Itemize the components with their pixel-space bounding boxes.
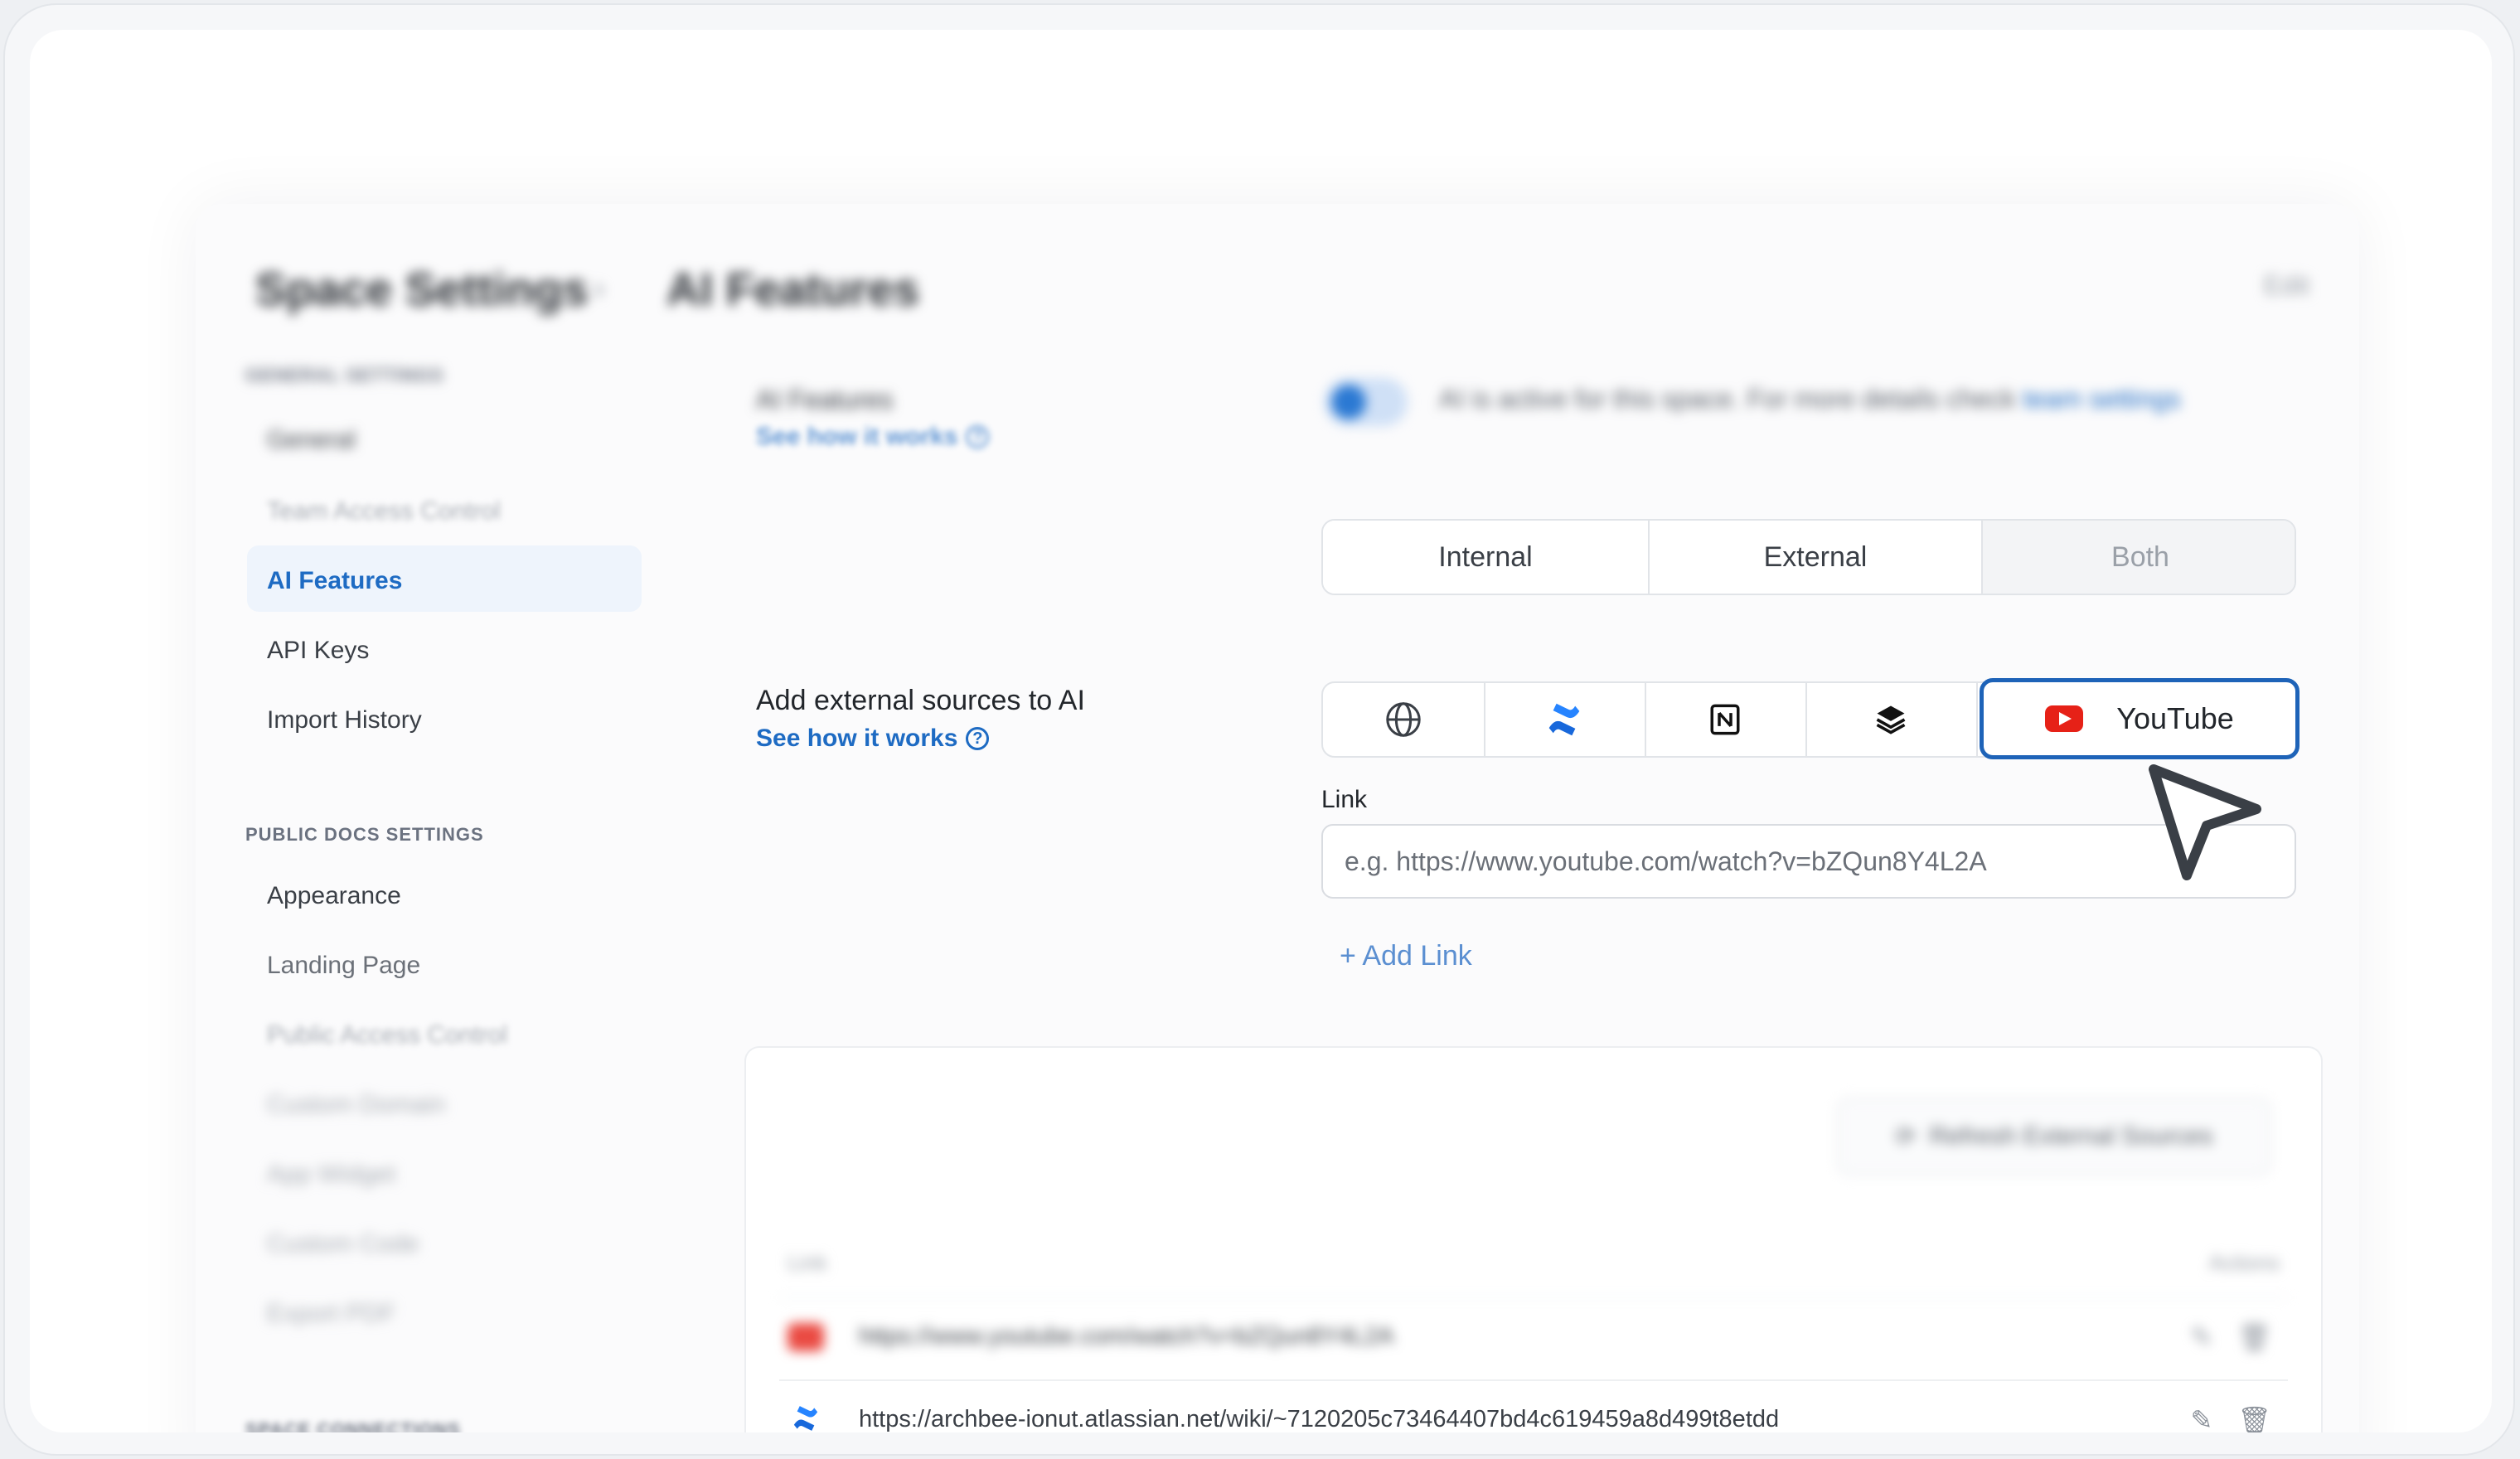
sidebar-item-public-access-control[interactable]: Public Access Control <box>267 1021 507 1049</box>
scope-segmented-control: Internal External Both <box>1321 519 2296 595</box>
external-sources-help-link[interactable]: See how it works ? <box>756 725 990 753</box>
edit-button[interactable]: Edit <box>2264 270 2309 301</box>
row-url[interactable]: https://www.youtube.com/watch?v=bZQun8Y4… <box>859 1323 1394 1350</box>
help-link-text: See how it works <box>756 725 958 752</box>
question-mark-icon: ? <box>966 425 990 448</box>
external-sources-label: Add external sources to AI <box>756 685 1085 716</box>
edit-icon[interactable]: ✎ <box>2191 1404 2213 1432</box>
tab-both[interactable]: Both <box>1983 521 2295 594</box>
sidebar-item-ai-features[interactable]: AI Features <box>267 567 402 595</box>
refresh-icon: ⟳ <box>1895 1122 1917 1151</box>
team-settings-link[interactable]: team settings <box>2023 384 2180 414</box>
canvas: Space Settings › AI Features Edit GENERA… <box>30 30 2492 1432</box>
sidebar-item-custom-code[interactable]: Custom Code <box>267 1230 419 1258</box>
youtube-icon <box>2045 705 2084 732</box>
column-header-link: Link <box>788 1250 827 1275</box>
question-mark-icon: ? <box>966 727 990 750</box>
source-confluence-button[interactable] <box>1484 683 1646 756</box>
toggle-description-text: AI is active for this space. For more de… <box>1439 384 2016 414</box>
sidebar-item-appearance[interactable]: Appearance <box>267 882 401 910</box>
sidebar-item-landing-page[interactable]: Landing Page <box>267 952 420 980</box>
column-header-actions: Actions <box>2208 1250 2280 1275</box>
table-row: https://www.youtube.com/watch?v=bZQun8Y4… <box>779 1297 2288 1381</box>
sidebar-item-team-access-control[interactable]: Team Access Control <box>267 497 501 526</box>
ai-features-label: AI Features <box>756 385 894 414</box>
source-type-selector: YouTube <box>1321 678 2300 759</box>
sidebar-item-custom-domain[interactable]: Custom Domain <box>267 1091 445 1119</box>
source-gitbook-button[interactable] <box>1805 683 1978 756</box>
sidebar-heading-space-connections: SPACE CONNECTIONS <box>245 1419 461 1432</box>
screen-frame: Space Settings › AI Features Edit GENERA… <box>3 3 2515 1456</box>
tab-external[interactable]: External <box>1650 521 1983 594</box>
trash-icon[interactable]: 🗑 <box>2237 1321 2271 1353</box>
chevron-right-icon: › <box>594 270 605 307</box>
source-website-button[interactable] <box>1323 683 1485 756</box>
sources-table-card: ⟳ Refresh External Sources Link Actions … <box>744 1046 2323 1432</box>
tab-internal[interactable]: Internal <box>1323 521 1650 594</box>
sidebar-heading-public-docs: PUBLIC DOCS SETTINGS <box>245 824 484 845</box>
confluence-icon <box>793 1406 818 1431</box>
sidebar-item-api-keys[interactable]: API Keys <box>267 637 369 665</box>
ai-toggle-description: AI is active for this space. For more de… <box>1439 378 2185 419</box>
sidebar-item-import-history[interactable]: Import History <box>267 706 422 734</box>
add-link-button[interactable]: + Add Link <box>1340 940 1472 972</box>
ai-features-help-link[interactable]: See how it works ? <box>756 423 990 451</box>
notion-icon <box>1710 704 1740 735</box>
edit-icon[interactable]: ✎ <box>2191 1321 2213 1353</box>
gitbook-icon <box>1876 705 1906 734</box>
sidebar-item-export-pdf[interactable]: Export PDF <box>267 1300 395 1328</box>
youtube-icon <box>788 1323 824 1351</box>
toggle-knob <box>1331 385 1366 419</box>
sidebar-item-app-widget[interactable]: App Widget <box>267 1161 395 1189</box>
sidebar-item-general[interactable]: General <box>267 426 356 454</box>
table-row: https://archbee-ionut.atlassian.net/wiki… <box>779 1379 2288 1432</box>
ai-toggle[interactable] <box>1325 378 1408 426</box>
refresh-label: Refresh External Sources <box>1929 1122 2213 1150</box>
page-subtitle: AI Features <box>666 263 919 315</box>
refresh-external-sources-button[interactable]: ⟳ Refresh External Sources <box>1837 1098 2271 1175</box>
source-notion-button[interactable] <box>1645 683 1807 756</box>
link-field-label: Link <box>1321 786 1368 813</box>
row-url[interactable]: https://archbee-ionut.atlassian.net/wiki… <box>859 1406 1779 1432</box>
page-title: Space Settings <box>255 263 589 315</box>
help-link-text: See how it works <box>756 423 958 450</box>
confluence-icon <box>1548 703 1580 736</box>
trash-icon[interactable]: 🗑 <box>2237 1404 2271 1432</box>
source-youtube-label: YouTube <box>2116 701 2234 735</box>
sidebar-heading-general: GENERAL SETTINGS <box>245 365 444 385</box>
source-youtube-button[interactable]: YouTube <box>1980 678 2300 759</box>
globe-icon <box>1386 702 1421 737</box>
mouse-cursor-icon <box>2149 764 2261 880</box>
